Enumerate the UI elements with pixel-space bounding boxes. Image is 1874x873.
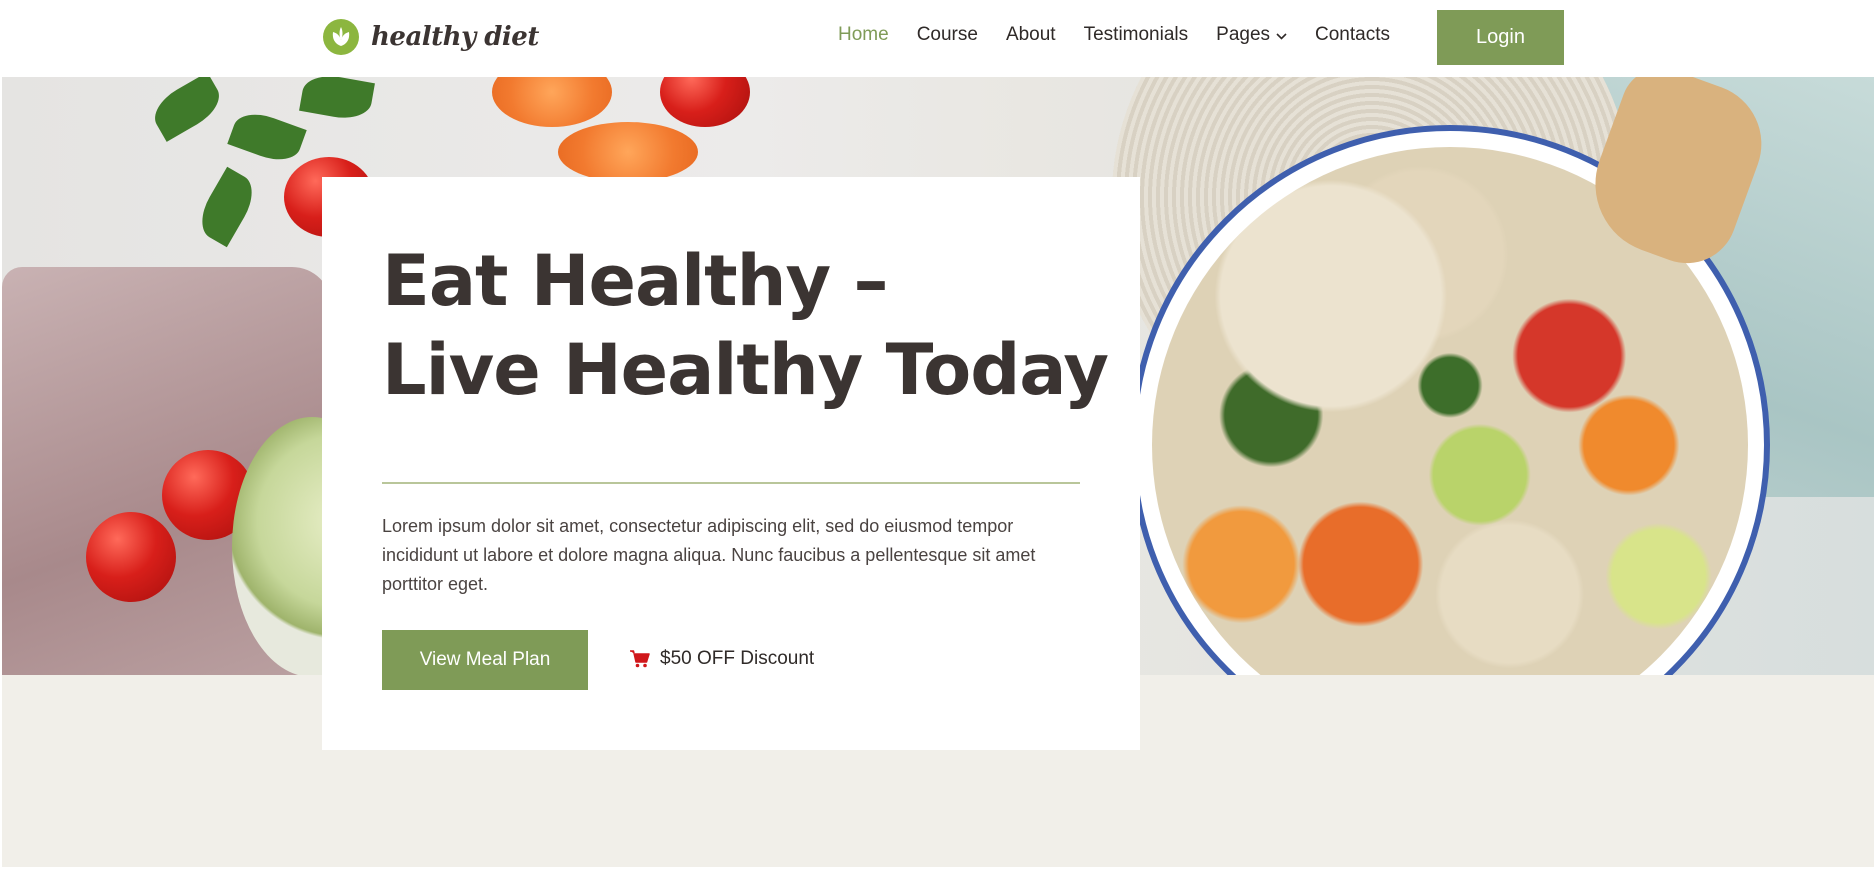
hero-headline: Eat Healthy – Live Healthy Today: [382, 237, 1109, 415]
login-button[interactable]: Login: [1437, 10, 1564, 65]
logo[interactable]: healthy diet: [323, 19, 539, 55]
tomato: [86, 512, 176, 602]
discount-label: $50 OFF Discount: [660, 648, 815, 669]
divider: [382, 482, 1080, 484]
nav-testimonials[interactable]: Testimonials: [1084, 24, 1189, 46]
cart-icon: [630, 650, 650, 668]
headline-line-1: Eat Healthy –: [382, 240, 888, 322]
logo-text: healthy diet: [371, 22, 539, 52]
hero-description: Lorem ipsum dolor sit amet, consectetur …: [382, 516, 1036, 594]
headline-line-2: Live Healthy Today: [382, 329, 1109, 411]
chevron-down-icon: [1276, 24, 1287, 46]
leaf-logo-icon: [323, 19, 359, 55]
site-header: healthy diet Home Course About Testimoni…: [0, 0, 1874, 77]
nav-pages-label: Pages: [1216, 24, 1271, 45]
carrot-slice: [492, 77, 612, 127]
nav-contacts[interactable]: Contacts: [1315, 24, 1390, 46]
carrot-slice: [558, 122, 698, 182]
nav-pages[interactable]: Pages: [1216, 24, 1287, 46]
nav-course[interactable]: Course: [917, 24, 978, 46]
view-meal-plan-button[interactable]: View Meal Plan: [382, 630, 588, 690]
basil-leaf: [146, 77, 228, 142]
main-nav: Home Course About Testimonials Pages Con…: [838, 24, 1418, 46]
hero-card: Eat Healthy – Live Healthy Today Lorem i…: [322, 177, 1140, 750]
basil-leaf: [299, 77, 375, 123]
tomato: [660, 77, 750, 127]
basil-leaf: [227, 106, 307, 168]
discount-link[interactable]: $50 OFF Discount: [630, 648, 814, 670]
nav-about[interactable]: About: [1006, 24, 1056, 46]
basil-leaf: [192, 166, 262, 248]
nav-home[interactable]: Home: [838, 24, 889, 46]
